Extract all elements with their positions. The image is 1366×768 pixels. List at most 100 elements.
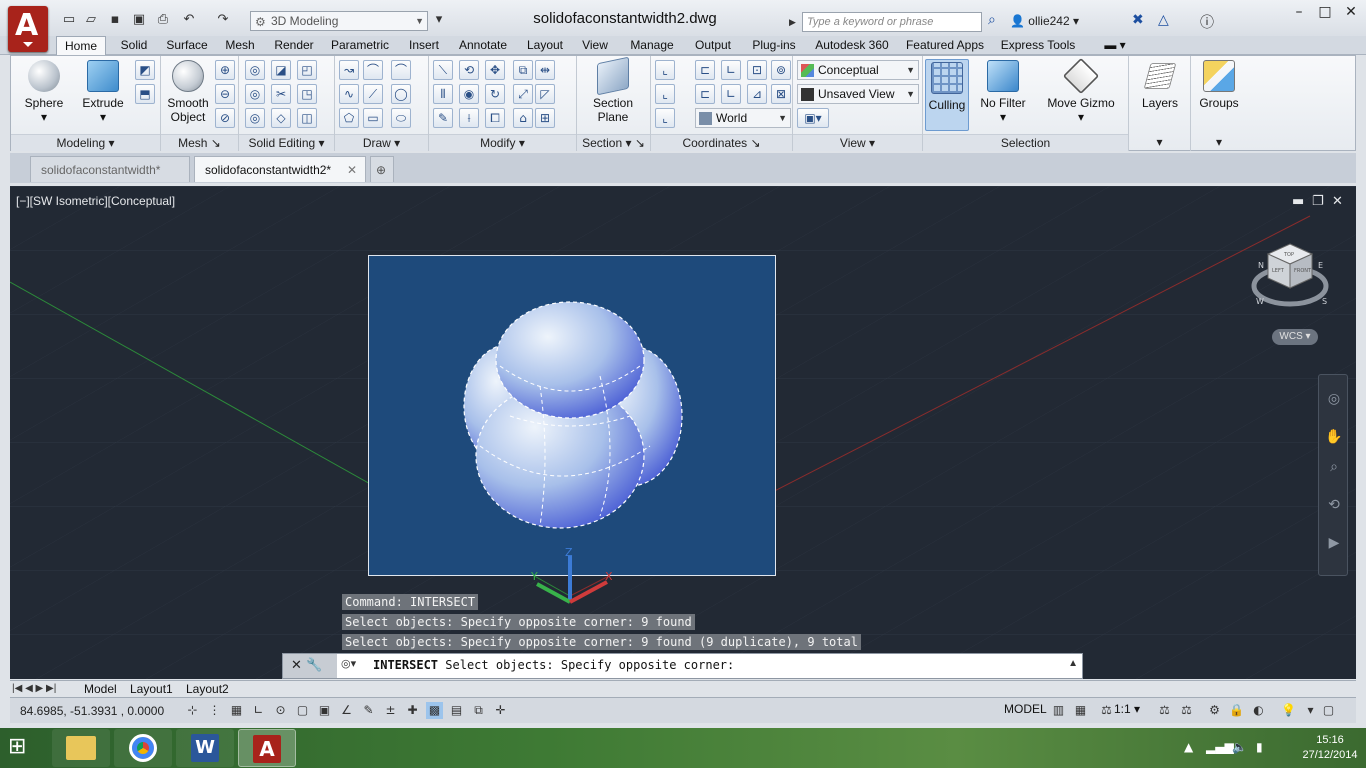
ribbon-options-icon[interactable]: ▬ ▾ <box>1100 36 1130 55</box>
save-icon[interactable]: ▪ <box>106 12 124 28</box>
volume-icon[interactable]: 🔈 <box>1232 740 1247 754</box>
lock-icon[interactable]: 🔒 <box>1228 702 1245 719</box>
trim-icon[interactable]: ⟊ <box>459 108 479 128</box>
tab-home[interactable]: Home <box>56 36 106 56</box>
redo-icon[interactable]: ↷ <box>214 12 232 28</box>
layout-nav-arrows-icon[interactable]: |◀ ◀ ▶ ▶| <box>12 681 56 697</box>
slice-icon[interactable]: ✂ <box>271 84 291 104</box>
polyline-icon[interactable]: ⌒ <box>363 60 383 80</box>
refine-mesh-icon[interactable]: ⊘ <box>215 108 235 128</box>
groups-button[interactable]: Groups <box>1195 60 1243 110</box>
sphere-button[interactable]: Sphere ▾ <box>19 60 69 124</box>
ucs-dropdown[interactable]: World ▼ <box>695 108 791 128</box>
section-plane-button[interactable]: Section Plane <box>585 56 641 124</box>
mesh-smooth-less-icon[interactable]: ⊖ <box>215 84 235 104</box>
ucs-object-icon[interactable]: ⊚ <box>771 60 791 80</box>
tab-parametric[interactable]: Parametric <box>326 36 394 55</box>
shell-icon[interactable]: ◫ <box>297 108 317 128</box>
selection-cycling-icon[interactable]: ⧉ <box>470 702 487 719</box>
undo-icon[interactable]: ↶ <box>180 12 198 28</box>
tab-layout[interactable]: Layout <box>520 36 570 55</box>
command-line[interactable]: ✕ 🔧 ◎▾ INTERSECT Select objects: Specify… <box>282 653 1083 679</box>
separate-icon[interactable]: ◳ <box>297 84 317 104</box>
tab-autodesk-360[interactable]: Autodesk 360 <box>808 36 896 55</box>
doc-tab-1[interactable]: solidofaconstantwidth* <box>30 156 190 182</box>
thicken-icon[interactable]: ◇ <box>271 108 291 128</box>
ellipse-icon[interactable]: ⬭ <box>391 108 411 128</box>
search-expand-icon[interactable]: ▶ <box>789 12 801 32</box>
panel-title-solid-editing[interactable]: Solid Editing ▾ <box>239 134 334 151</box>
doc-tab-2[interactable]: solidofaconstantwidth2* ✕ <box>194 156 366 182</box>
tab-annotate[interactable]: Annotate <box>452 36 514 55</box>
groups-expand-icon[interactable]: ▾ <box>1191 134 1247 151</box>
ucs-named-icon[interactable]: ⌞ <box>655 84 675 104</box>
quick-properties-icon[interactable]: ▤ <box>448 702 465 719</box>
circle-icon[interactable]: ◯ <box>391 84 411 104</box>
extrude-button[interactable]: Extrude ▾ <box>77 60 129 124</box>
minimize-button[interactable]: – <box>1286 4 1312 22</box>
transparency-icon[interactable]: ▩ <box>426 702 443 719</box>
tab-output[interactable]: Output <box>688 36 738 55</box>
ucs-3point-icon[interactable]: ∟ <box>721 84 741 104</box>
viewport-config-icon[interactable]: ▣▾ <box>797 108 829 128</box>
array-icon[interactable]: ◸ <box>535 84 555 104</box>
windows-start-icon[interactable]: ⊞ <box>8 734 40 762</box>
erase-icon[interactable]: ⌂ <box>513 108 533 128</box>
zoom-icon[interactable]: ⌕ <box>1325 459 1343 477</box>
snap-icon[interactable]: ⋮ <box>206 702 223 719</box>
subtract-icon[interactable]: ◎ <box>245 84 265 104</box>
smooth-object-button[interactable]: Smooth Object <box>163 60 213 124</box>
culling-button[interactable]: Culling <box>925 59 969 131</box>
panel-title-coordinates[interactable]: Coordinates ↘ <box>651 134 792 151</box>
status-menu-icon[interactable]: ▾ <box>1302 702 1319 719</box>
tab-manage[interactable]: Manage <box>622 36 682 55</box>
application-menu-button[interactable]: A <box>8 6 48 52</box>
ucs-origin-icon[interactable]: ⊏ <box>695 60 715 80</box>
rectangle-icon[interactable]: ▭ <box>363 108 383 128</box>
named-view-dropdown[interactable]: Unsaved View ▼ <box>797 84 919 104</box>
offset-icon[interactable]: ⫴ <box>433 84 453 104</box>
autocad-taskbar-icon[interactable]: A <box>238 729 296 767</box>
wcs-menu[interactable]: WCS ▾ <box>1272 329 1318 345</box>
panel-title-mesh[interactable]: Mesh ↘ <box>161 134 238 151</box>
file-explorer-icon[interactable] <box>52 729 110 767</box>
help-icon[interactable]: ⓘ <box>1200 12 1214 32</box>
line-icon[interactable]: ↝ <box>339 60 359 80</box>
annotation-monitor-icon[interactable]: ✛ <box>492 702 509 719</box>
tab-render[interactable]: Render <box>268 36 320 55</box>
panel-title-view[interactable]: View ▾ <box>793 134 922 151</box>
polygon-icon[interactable]: ⬠ <box>339 108 359 128</box>
scale-icon[interactable]: ⤢ <box>513 84 533 104</box>
viewport-minimize-icon[interactable]: ▬ <box>1292 194 1304 209</box>
ucs-z-icon[interactable]: ∟ <box>721 60 741 80</box>
binoculars-icon[interactable]: ⌕ <box>988 12 996 28</box>
3d-polyline-icon[interactable]: ⟋ <box>363 84 383 104</box>
close-button[interactable]: ✕ <box>1338 4 1364 22</box>
quick-view-layouts-icon[interactable]: ▥ <box>1050 702 1067 719</box>
move-gizmo-button[interactable]: Move Gizmo ▾ <box>1043 57 1119 124</box>
tab-express-tools[interactable]: Express Tools <box>996 36 1080 55</box>
ucs-view-icon[interactable]: ⊡ <box>747 60 767 80</box>
spline-icon[interactable]: ∿ <box>339 84 359 104</box>
showmotion-icon[interactable]: ▶ <box>1325 535 1343 553</box>
search-input[interactable]: Type a keyword or phrase <box>802 12 982 32</box>
viewport-restore-icon[interactable]: ❐ <box>1312 194 1324 209</box>
tab-featured-apps[interactable]: Featured Apps <box>902 36 988 55</box>
union-icon[interactable]: ◎ <box>245 60 265 80</box>
tab-mesh[interactable]: Mesh <box>220 36 260 55</box>
mesh-smooth-more-icon[interactable]: ⊕ <box>215 60 235 80</box>
network-icon[interactable]: ▂▄▆ <box>1206 740 1234 754</box>
tab-solid[interactable]: Solid <box>114 36 154 55</box>
3d-mirror-icon[interactable]: ⇹ <box>535 60 555 80</box>
clean-screen-icon[interactable]: ▢ <box>1320 702 1337 719</box>
tab-view[interactable]: View <box>576 36 614 55</box>
steering-wheel-icon[interactable]: ◎ <box>1325 391 1343 409</box>
tab-surface[interactable]: Surface <box>160 36 214 55</box>
layers-button[interactable]: Layers <box>1135 60 1185 110</box>
command-history-toggle-icon[interactable]: ▲ <box>1068 658 1078 669</box>
no-filter-button[interactable]: No Filter ▾ <box>977 60 1029 124</box>
viewport-close-icon[interactable]: ✕ <box>1332 194 1343 209</box>
pan-icon[interactable]: ✋ <box>1325 429 1343 447</box>
ucs-zaxis-icon[interactable]: ⊿ <box>747 84 767 104</box>
layout-tab-layout1[interactable]: Layout1 <box>130 681 173 697</box>
